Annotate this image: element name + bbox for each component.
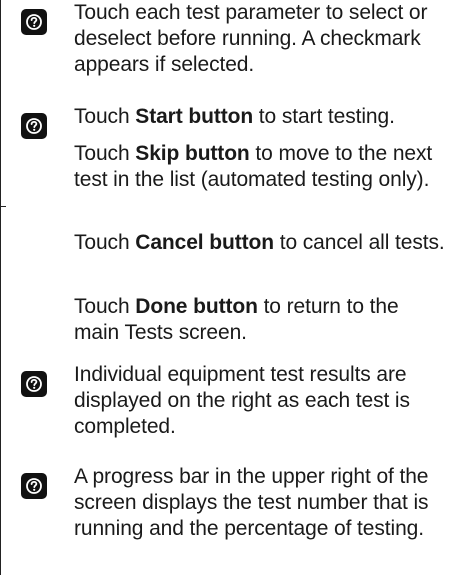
instruction-text: A progress bar in the upper right of the…: [74, 465, 429, 540]
left-border-lower: [0, 206, 1, 575]
help-icon: [21, 113, 47, 139]
instruction-text: Individual equipment test results are di…: [74, 363, 410, 438]
instruction-text: Touch Done button to return to the main …: [74, 294, 446, 346]
help-icon: [21, 473, 47, 499]
text-tail: to cancel all tests.: [273, 231, 445, 254]
instruction-text: Touch Start button to start testing.: [74, 104, 446, 130]
left-border-upper: [0, 0, 1, 206]
bold-term: Done button: [135, 295, 258, 318]
bold-term: Cancel button: [135, 231, 274, 254]
bold-term: Skip button: [135, 142, 250, 165]
instruction-text: Touch each test parameter to select or d…: [74, 1, 428, 76]
bold-term: Start button: [135, 105, 254, 128]
text-lead: Touch: [74, 231, 136, 254]
text-lead: Touch: [74, 295, 136, 318]
left-border-tick: [0, 206, 6, 207]
text-lead: Touch: [74, 142, 136, 165]
instruction-text: Touch Skip button to move to the next te…: [74, 141, 446, 193]
instruction-text: Touch Cancel button to cancel all tests.: [74, 230, 446, 256]
text-tail: to start testing.: [253, 105, 395, 128]
text-lead: Touch: [74, 105, 136, 128]
help-icon: [21, 9, 47, 35]
help-icon: [21, 371, 47, 397]
